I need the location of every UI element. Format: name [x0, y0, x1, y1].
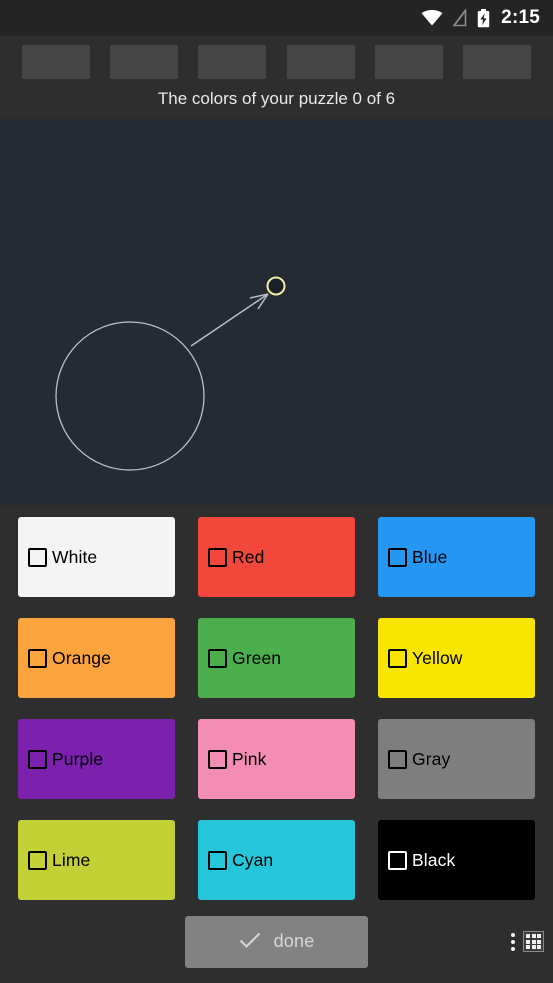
direction-arrow-shaft — [190, 293, 269, 347]
color-swatch-gray[interactable]: Gray — [378, 719, 535, 799]
color-swatch-pink[interactable]: Pink — [198, 719, 355, 799]
puzzle-colors-caption: The colors of your puzzle 0 of 6 — [157, 89, 396, 108]
checkbox-lime[interactable] — [28, 850, 47, 870]
color-swatch-yellow[interactable]: Yellow — [378, 618, 535, 698]
checkbox-black[interactable] — [388, 850, 407, 870]
color-swatch-purple[interactable]: Purple — [18, 719, 175, 799]
overflow-menu-icon[interactable] — [509, 930, 517, 954]
checkbox-white[interactable] — [28, 547, 47, 567]
status-bar-clock: 2:15 — [501, 7, 540, 28]
color-label-orange: Orange — [52, 647, 111, 668]
color-label-lime: Lime — [52, 849, 91, 870]
target-circle-shape — [266, 276, 286, 296]
check-icon — [239, 932, 261, 952]
color-label-green: Green — [232, 647, 282, 668]
color-palette: White Red Blue Orange Green Yellow Purpl… — [0, 505, 553, 900]
color-label-purple: Purple — [52, 748, 104, 769]
color-label-yellow: Yellow — [412, 647, 463, 668]
color-swatch-blue[interactable]: Blue — [378, 517, 535, 597]
color-label-red: Red — [232, 546, 265, 567]
checkbox-purple[interactable] — [28, 749, 47, 769]
color-slot[interactable] — [462, 45, 531, 79]
color-label-gray: Gray — [412, 748, 451, 769]
color-label-black: Black — [412, 849, 456, 870]
color-label-pink: Pink — [232, 748, 267, 769]
color-label-cyan: Cyan — [232, 849, 274, 870]
color-swatch-black[interactable]: Black — [378, 820, 535, 900]
checkbox-green[interactable] — [208, 648, 227, 668]
status-bar: 2:15 — [0, 0, 553, 36]
color-swatch-cyan[interactable]: Cyan — [198, 820, 355, 900]
color-slot[interactable] — [286, 45, 355, 79]
done-button-label: done — [273, 931, 315, 951]
grid-icon[interactable] — [523, 931, 544, 952]
color-swatch-green[interactable]: Green — [198, 618, 355, 698]
checkbox-orange[interactable] — [28, 648, 47, 668]
battery-charging-icon — [477, 8, 490, 28]
checkbox-red[interactable] — [208, 547, 227, 567]
color-slot[interactable] — [110, 45, 179, 79]
palette-row: Purple Pink Gray — [18, 719, 535, 799]
color-label-white: White — [52, 546, 98, 567]
done-button[interactable]: done — [185, 915, 368, 968]
color-swatch-orange[interactable]: Orange — [18, 618, 175, 698]
palette-row: Orange Green Yellow — [18, 618, 535, 698]
checkbox-pink[interactable] — [208, 749, 227, 769]
bottom-bar: done — [0, 900, 553, 983]
puzzle-color-slots — [0, 36, 553, 88]
color-slot[interactable] — [374, 45, 443, 79]
puzzle-canvas[interactable] — [0, 119, 553, 505]
cellular-signal-off-icon — [452, 9, 468, 27]
checkbox-yellow[interactable] — [388, 648, 407, 668]
large-circle-shape — [55, 321, 205, 471]
app-root: 2:15 The colors of your puzzle 0 of 6 Wh… — [0, 0, 553, 983]
wifi-icon — [421, 10, 443, 26]
checkbox-gray[interactable] — [388, 749, 407, 769]
navigation-right — [509, 930, 544, 954]
color-swatch-red[interactable]: Red — [198, 517, 355, 597]
checkbox-cyan[interactable] — [208, 850, 227, 870]
color-swatch-white[interactable]: White — [18, 517, 175, 597]
color-swatch-lime[interactable]: Lime — [18, 820, 175, 900]
color-slot[interactable] — [22, 45, 90, 79]
palette-row: Lime Cyan Black — [18, 820, 535, 900]
checkbox-blue[interactable] — [388, 547, 407, 567]
color-label-blue: Blue — [412, 546, 448, 567]
color-slot[interactable] — [198, 45, 267, 79]
palette-row: White Red Blue — [18, 517, 535, 597]
